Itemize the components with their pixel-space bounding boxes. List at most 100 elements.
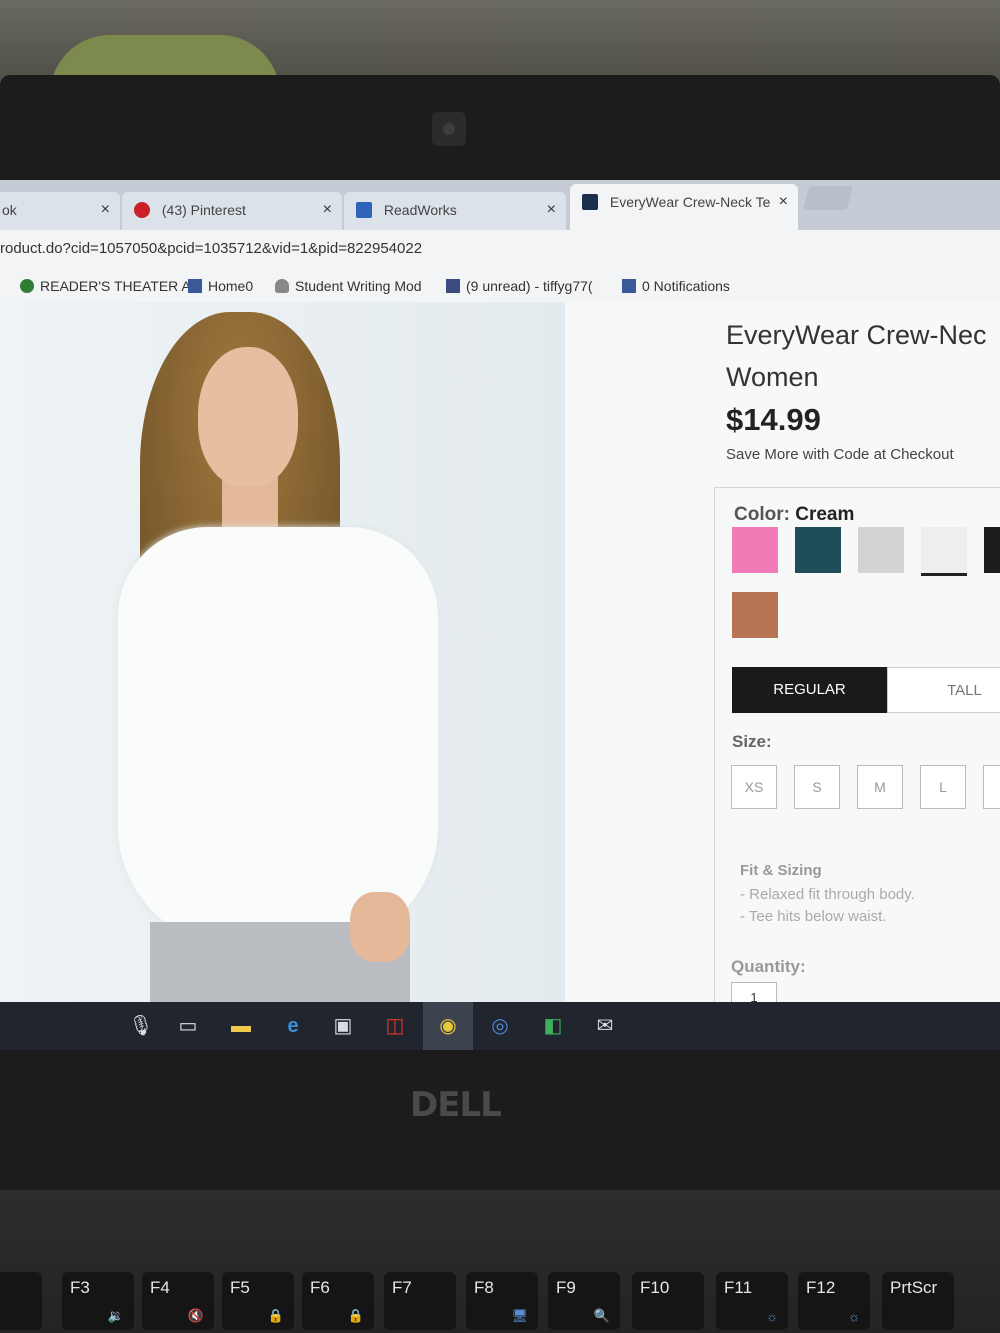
bookmark-label: 0 Notifications xyxy=(642,278,730,294)
function-key[interactable]: F5 🔒 xyxy=(222,1272,294,1330)
function-key-icon: 🔍 xyxy=(593,1308,610,1323)
tab-pinterest[interactable]: (43) Pinterest × xyxy=(122,192,342,230)
url-text: roduct.do?cid=1057050&pcid=1035712&vid=1… xyxy=(0,240,423,257)
product-photo xyxy=(0,302,565,1002)
bookmark-student-writing[interactable]: Student Writing Mod xyxy=(275,278,422,294)
globe-icon xyxy=(20,279,34,293)
product-title: EveryWear Crew-Nec Women xyxy=(726,314,1000,398)
mail-icon xyxy=(446,279,460,293)
product-price: $14.99 xyxy=(726,402,821,437)
tab-label: ReadWorks xyxy=(383,202,457,218)
function-key-label: F5 xyxy=(230,1278,250,1297)
tab-readworks[interactable]: ReadWorks × xyxy=(344,192,566,230)
color-value: Cream xyxy=(795,504,855,525)
color-label: Color: Cream xyxy=(734,504,855,525)
readworks-icon xyxy=(356,202,372,218)
function-key-label: F9 xyxy=(556,1278,576,1297)
pinterest-icon xyxy=(134,202,150,218)
function-key-label: F4 xyxy=(150,1278,170,1297)
color-swatch[interactable] xyxy=(921,527,967,576)
function-key[interactable]: F11 ☼ xyxy=(716,1272,788,1330)
function-key-label: F11 xyxy=(724,1278,753,1297)
lightbulb-icon xyxy=(275,279,289,293)
color-swatch[interactable] xyxy=(858,527,904,573)
function-key[interactable]: F10 xyxy=(632,1272,704,1330)
file-explorer-icon[interactable]: ▬ xyxy=(228,1014,254,1038)
fit-tall-button[interactable]: TALL xyxy=(887,667,1000,713)
app-icon-2[interactable]: ◧ xyxy=(540,1014,566,1038)
function-key[interactable]: F7 xyxy=(384,1272,456,1330)
microphone-icon[interactable]: 🎙 xyxy=(128,1014,154,1038)
app-icon[interactable]: ◎ xyxy=(487,1014,513,1038)
close-icon[interactable]: × xyxy=(323,201,332,219)
function-key-label: PrtScr xyxy=(890,1278,938,1297)
color-swatch[interactable] xyxy=(795,527,841,573)
tab-label: (43) Pinterest xyxy=(161,202,246,218)
address-bar[interactable]: roduct.do?cid=1057050&pcid=1035712&vid=1… xyxy=(0,230,1000,271)
tab-bookmark[interactable]: ok × xyxy=(0,192,120,230)
size-xs-button[interactable]: XS xyxy=(731,765,777,809)
function-key-label: F10 xyxy=(640,1278,670,1297)
browser-tab-bar: ok × (43) Pinterest × ReadWorks × EveryW… xyxy=(0,180,1000,230)
size-l-button[interactable]: L xyxy=(920,765,966,809)
function-key-icon: 🔒 xyxy=(347,1308,364,1323)
fit-sizing-line: - Tee hits below waist. xyxy=(740,908,887,925)
size-s-button[interactable]: S xyxy=(794,765,840,809)
function-key[interactable]: F8 🖥 xyxy=(466,1272,538,1330)
windows-taskbar: 🎙 ▭ ▬ e ▣ ◫ ◉ ◎ ◧ ✉ xyxy=(0,1002,1000,1050)
product-page: EveryWear Crew-Nec Women $14.99 Save Mor… xyxy=(0,302,1000,1014)
model-shirt xyxy=(118,527,438,947)
acrobat-icon[interactable]: ◫ xyxy=(382,1014,408,1038)
function-key[interactable]: F4 🔇 xyxy=(142,1272,214,1330)
close-icon[interactable]: × xyxy=(101,201,110,219)
tab-everywear[interactable]: EveryWear Crew-Neck Te × xyxy=(570,184,798,230)
mail-icon[interactable]: ✉ xyxy=(592,1014,618,1038)
function-key[interactable]: F2 xyxy=(0,1272,42,1330)
function-key-icon: ☼ xyxy=(848,1309,860,1324)
new-tab-button[interactable] xyxy=(802,186,854,210)
bookmark-home[interactable]: Home0 xyxy=(188,278,253,294)
size-xl-button[interactable]: X xyxy=(983,765,1000,809)
function-key[interactable]: F6 🔒 xyxy=(302,1272,374,1330)
function-key-icon: 🖥 xyxy=(511,1308,528,1323)
size-m-button[interactable]: M xyxy=(857,765,903,809)
bookmark-notifications[interactable]: 0 Notifications xyxy=(622,278,730,294)
close-icon[interactable]: × xyxy=(547,201,556,219)
function-key-label: F12 xyxy=(806,1278,836,1297)
product-title-line1: EveryWear Crew-Nec xyxy=(726,320,987,350)
function-key[interactable]: F3 🔉 xyxy=(62,1272,134,1330)
fit-toggle: REGULAR TALL xyxy=(732,667,1000,713)
function-key-icon: 🔒 xyxy=(267,1308,284,1323)
color-swatch[interactable] xyxy=(732,592,778,638)
color-swatch[interactable] xyxy=(732,527,778,573)
bookmark-label: (9 unread) - tiffyg77( xyxy=(466,278,593,294)
bookmarks-bar: READER'S THEATER A Home0 Student Writing… xyxy=(0,270,1000,303)
function-key-label: F6 xyxy=(310,1278,330,1297)
tab-label: ok xyxy=(2,202,17,218)
promo-text: Save More with Code at Checkout xyxy=(726,446,954,463)
color-swatch[interactable] xyxy=(984,527,1000,573)
product-details: EveryWear Crew-Nec Women $14.99 Save Mor… xyxy=(714,302,1000,1014)
bookmark-label: Home0 xyxy=(208,278,254,294)
store-icon[interactable]: ▣ xyxy=(330,1014,356,1038)
function-key-label: F8 xyxy=(474,1278,494,1297)
bookmark-mail[interactable]: (9 unread) - tiffyg77( xyxy=(446,278,593,294)
function-key[interactable]: F9 🔍 xyxy=(548,1272,620,1330)
dell-logo: DELL xyxy=(410,1085,502,1125)
product-title-line2: Women xyxy=(726,362,819,392)
function-key-icon: 🔉 xyxy=(107,1308,124,1323)
chrome-icon[interactable]: ◉ xyxy=(435,1014,461,1038)
close-icon[interactable]: × xyxy=(779,193,788,211)
site-icon xyxy=(582,194,598,210)
facebook-icon xyxy=(622,279,636,293)
task-view-icon[interactable]: ▭ xyxy=(175,1014,201,1038)
fit-regular-button[interactable]: REGULAR xyxy=(732,667,887,713)
function-key[interactable]: PrtScr xyxy=(882,1272,954,1330)
quantity-label: Quantity: xyxy=(731,957,806,976)
tab-label: EveryWear Crew-Neck Te xyxy=(609,194,771,210)
function-key[interactable]: F12 ☼ xyxy=(798,1272,870,1330)
webcam xyxy=(432,112,466,146)
function-key-label: F3 xyxy=(70,1278,90,1297)
edge-icon[interactable]: e xyxy=(280,1014,306,1038)
bookmark-readers-theater[interactable]: READER'S THEATER A xyxy=(20,278,191,294)
